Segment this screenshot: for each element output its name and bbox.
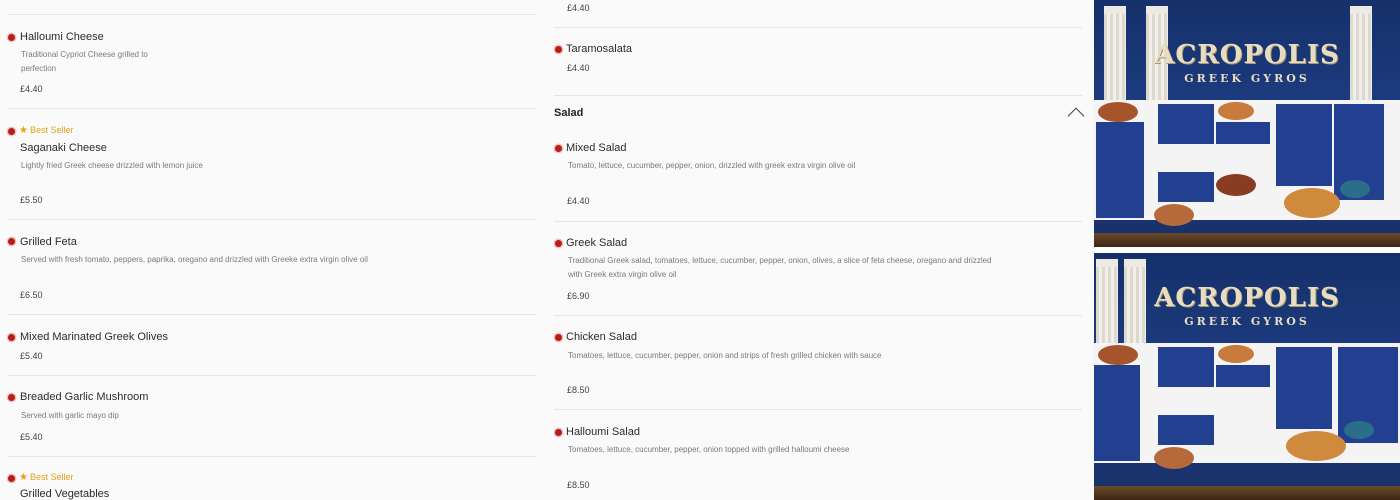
red-dot-icon [8,334,15,341]
best-seller-badge: ★ Best Seller [19,472,74,483]
item-price: £5.40 [20,432,43,442]
item-price: £4.40 [567,196,590,206]
red-dot-icon [555,46,562,53]
chevron-up-icon[interactable] [1067,107,1085,125]
restaurant-photo[interactable]: ACROPOLIS GREEK GYROS [1094,253,1400,500]
item-price: £5.40 [20,351,43,361]
red-dot-icon [8,128,15,135]
red-dot-icon [555,145,562,152]
item-price: £4.40 [567,63,590,73]
divider [554,409,1082,410]
red-dot-icon [555,334,562,341]
section-title: Salad [554,107,584,119]
menu-column-left: Halloumi Cheese Traditional Cypriot Chee… [0,0,548,500]
item-price: £5.50 [20,195,43,205]
restaurant-photos: ACROPOLIS GREEK GYROS ACROPOLIS GREEK GY… [1094,0,1400,500]
divider [8,219,536,220]
item-name: Halloumi Cheese [20,31,104,43]
red-dot-icon [555,240,562,247]
item-name: Grilled Vegetables [20,488,110,500]
item-description: Tomatoes, lettuce, cucumber, pepper, oni… [568,351,882,360]
item-price: £4.40 [567,3,590,13]
item-name: Saganaki Cheese [20,142,107,154]
menu-board [1094,343,1400,469]
divider [8,314,536,315]
item-name: Greek Salad [566,237,628,249]
item-name: Grilled Feta [20,236,77,248]
divider [554,221,1082,222]
item-description: Served with fresh tomato, peppers, papri… [21,255,368,264]
item-description: Lightly fried Greek cheese drizzled with… [21,161,203,170]
divider [8,375,536,376]
best-seller-badge: ★ Best Seller [19,125,74,136]
restaurant-logo: ACROPOLIS GREEK GYROS [1154,283,1340,328]
item-description: Traditional Cypriot Cheese grilled to pe… [21,50,148,73]
item-price: £6.50 [20,290,43,300]
red-dot-icon [555,429,562,436]
item-name: Halloumi Salad [566,426,640,438]
item-price: £8.50 [567,385,590,395]
item-name: Taramosalata [566,43,633,55]
restaurant-logo: ACROPOLIS GREEK GYROS [1154,40,1340,85]
divider [8,14,536,15]
item-name: Chicken Salad [566,331,637,343]
counter [1094,486,1400,500]
red-dot-icon [8,475,15,482]
item-price: £8.50 [567,480,590,490]
divider [554,27,1082,28]
divider [8,108,536,109]
red-dot-icon [8,394,15,401]
item-price: £6.90 [567,291,590,301]
star-icon: ★ [19,125,28,136]
item-description: Served with garlic mayo dip [21,411,119,420]
item-name: Mixed Salad [566,142,627,154]
red-dot-icon [8,238,15,245]
restaurant-photo[interactable]: ACROPOLIS GREEK GYROS [1094,0,1400,247]
divider [554,95,1082,96]
item-description: Tomatoes, lettuce, cucumber, pepper, oni… [568,445,850,454]
divider [8,456,536,457]
item-description: Traditional Greek salad, tomatoes, lettu… [568,256,992,279]
red-dot-icon [8,34,15,41]
item-price: £4.40 [20,84,43,94]
menu-column-right: £4.40 Taramosalata £4.40 Salad Mixed Sal… [548,0,1094,500]
item-name: Mixed Marinated Greek Olives [20,331,168,343]
menu-board [1094,100,1400,226]
star-icon: ★ [19,472,28,483]
item-description: Tomato, lettuce, cucumber, pepper, onion… [568,161,856,170]
item-name: Breaded Garlic Mushroom [20,391,149,403]
counter [1094,233,1400,247]
divider [554,315,1082,316]
